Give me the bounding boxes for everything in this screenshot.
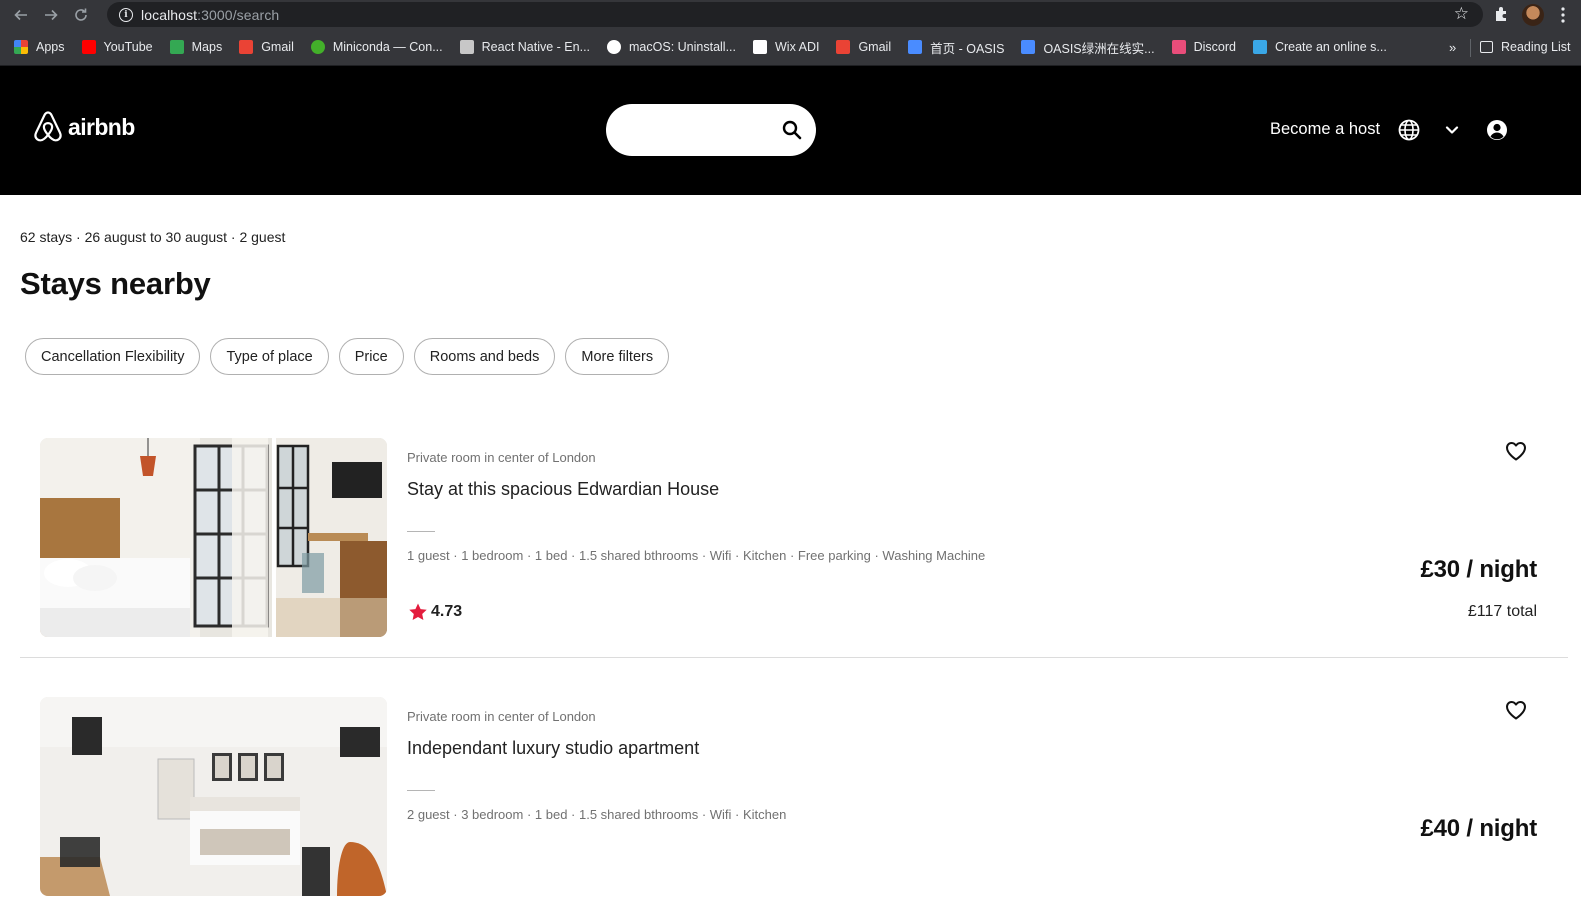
listing-price: £30 / night bbox=[1420, 556, 1538, 583]
browser-toolbar: i localhost:3000/search ☆ bbox=[0, 0, 1581, 29]
heart-icon[interactable] bbox=[1504, 439, 1528, 463]
reading-list-button[interactable]: Reading List bbox=[1480, 40, 1571, 54]
bookmark-label: React Native - En... bbox=[481, 40, 591, 54]
search-bar[interactable] bbox=[606, 104, 816, 156]
filter-type-of-place[interactable]: Type of place bbox=[210, 338, 329, 375]
bookmark-label: Discord bbox=[1193, 40, 1236, 54]
reading-list-icon bbox=[1480, 41, 1493, 53]
listing-photo[interactable] bbox=[40, 438, 387, 637]
bookmark-item[interactable]: macOS: Uninstall... bbox=[607, 40, 736, 54]
oasis-icon bbox=[1021, 40, 1036, 54]
bookmarks-bar: Apps YouTube Maps Gmail Miniconda — Con... Re… bbox=[0, 29, 1581, 66]
bookmark-label: Apps bbox=[36, 40, 65, 54]
listing-subtitle: Private room in center of London bbox=[407, 709, 596, 724]
profile-avatar[interactable] bbox=[1522, 4, 1544, 26]
site-header: airbnb Become a host bbox=[0, 66, 1581, 195]
listing-amenities: 2 guest · 3 bedroom · 1 bed · 1.5 shared… bbox=[407, 807, 787, 822]
listing-rating: 4.73 bbox=[408, 602, 462, 622]
bookmark-item[interactable]: Miniconda — Con... bbox=[310, 40, 443, 54]
filter-more-filters[interactable]: More filters bbox=[565, 338, 670, 375]
page-title: Stays nearby bbox=[20, 266, 211, 301]
rating-value: 4.73 bbox=[431, 603, 463, 620]
bookmark-label: Gmail bbox=[261, 40, 294, 54]
user-account-icon[interactable] bbox=[1486, 119, 1508, 141]
listing-subtitle: Private room in center of London bbox=[407, 450, 596, 465]
bookmark-item[interactable]: Gmail bbox=[239, 40, 294, 54]
bookmark-item[interactable]: YouTube bbox=[81, 40, 153, 54]
listing-divider bbox=[407, 790, 435, 791]
wix-icon bbox=[753, 40, 767, 54]
react-native-icon bbox=[459, 40, 474, 54]
miniconda-icon bbox=[310, 40, 325, 54]
youtube-icon bbox=[81, 40, 96, 54]
results-summary: 62 stays · 26 august to 30 august · 2 gu… bbox=[20, 229, 286, 245]
gmail-icon bbox=[836, 40, 851, 54]
reload-icon[interactable] bbox=[66, 0, 96, 29]
listing-total: £117 total bbox=[1467, 603, 1537, 620]
gmail-icon bbox=[239, 40, 254, 54]
bookmark-label: macOS: Uninstall... bbox=[629, 40, 736, 54]
bookmark-item[interactable]: Apps bbox=[14, 40, 65, 54]
site-info-icon[interactable]: i bbox=[119, 7, 133, 22]
browser-menu-icon[interactable] bbox=[1560, 6, 1566, 24]
bookmark-item[interactable]: Discord bbox=[1171, 40, 1236, 54]
listing-card[interactable]: Private room in center of London Stay at… bbox=[20, 438, 1568, 658]
bookmark-label: Gmail bbox=[858, 40, 892, 54]
discord-icon bbox=[1171, 40, 1186, 54]
filter-rooms-and-beds[interactable]: Rooms and beds bbox=[413, 338, 556, 375]
become-host-link[interactable]: Become a host bbox=[1270, 120, 1380, 139]
bookmark-label: 首页 - OASIS bbox=[930, 41, 1005, 56]
oasis-icon bbox=[908, 40, 923, 54]
bookmark-star-icon[interactable]: ☆ bbox=[1454, 5, 1469, 23]
bookmark-label: OASIS绿洲在线实... bbox=[1043, 41, 1155, 56]
bookmark-label: Miniconda — Con... bbox=[332, 40, 443, 54]
bookmark-item[interactable]: Wix ADI bbox=[753, 40, 819, 54]
listing-title[interactable]: Stay at this spacious Edwardian House bbox=[407, 479, 719, 500]
maps-icon bbox=[169, 40, 184, 54]
filter-bar: Cancellation Flexibility Type of place P… bbox=[25, 338, 670, 375]
airbnb-belo-icon bbox=[34, 111, 62, 142]
bookmark-item[interactable]: Maps bbox=[169, 40, 223, 54]
create-online-icon bbox=[1252, 40, 1267, 54]
address-bar[interactable]: i localhost:3000/search ☆ bbox=[107, 2, 1483, 27]
filter-cancellation-flexibility[interactable]: Cancellation Flexibility bbox=[25, 338, 201, 375]
listing-title[interactable]: Independant luxury studio apartment bbox=[407, 738, 699, 759]
github-icon bbox=[607, 40, 622, 54]
search-input[interactable] bbox=[624, 118, 764, 142]
more-bookmarks-icon[interactable]: » bbox=[1449, 40, 1456, 55]
heart-icon[interactable] bbox=[1504, 698, 1528, 722]
airbnb-logo[interactable]: airbnb bbox=[32, 110, 135, 144]
star-icon bbox=[409, 603, 427, 620]
listing-card[interactable]: Private room in center of London Indepen… bbox=[20, 697, 1568, 917]
bookmark-item[interactable]: Create an online s... bbox=[1252, 40, 1387, 54]
url-text[interactable]: localhost:3000/search bbox=[141, 7, 279, 23]
bookmark-label: Wix ADI bbox=[775, 40, 820, 54]
chevron-down-icon[interactable] bbox=[1444, 122, 1460, 138]
listing-amenities: 1 guest · 1 bedroom · 1 bed · 1.5 shared… bbox=[407, 548, 986, 563]
bookmarks-separator bbox=[1470, 39, 1471, 57]
bookmark-label: Maps bbox=[191, 40, 223, 54]
bookmark-item[interactable]: 首页 - OASIS bbox=[908, 38, 1004, 57]
forward-icon[interactable] bbox=[36, 0, 66, 29]
bookmark-label: Create an online s... bbox=[1274, 40, 1387, 54]
bookmark-item[interactable]: React Native - En... bbox=[459, 40, 591, 54]
bookmark-item[interactable]: Gmail bbox=[836, 40, 891, 54]
listing-price: £40 / night bbox=[1420, 815, 1538, 842]
back-icon[interactable] bbox=[6, 0, 36, 29]
listing-divider bbox=[407, 531, 435, 532]
logo-wordmark: airbnb bbox=[68, 113, 135, 140]
globe-icon[interactable] bbox=[1398, 119, 1420, 141]
bookmark-label: YouTube bbox=[103, 40, 153, 54]
bookmark-item[interactable]: OASIS绿洲在线实... bbox=[1021, 38, 1155, 57]
listing-photo[interactable] bbox=[40, 697, 387, 896]
extensions-puzzle-icon[interactable] bbox=[1493, 5, 1511, 23]
search-icon[interactable] bbox=[782, 120, 802, 140]
filter-price[interactable]: Price bbox=[338, 338, 404, 375]
reading-list-label: Reading List bbox=[1501, 40, 1571, 54]
apps-grid-icon bbox=[14, 40, 28, 54]
